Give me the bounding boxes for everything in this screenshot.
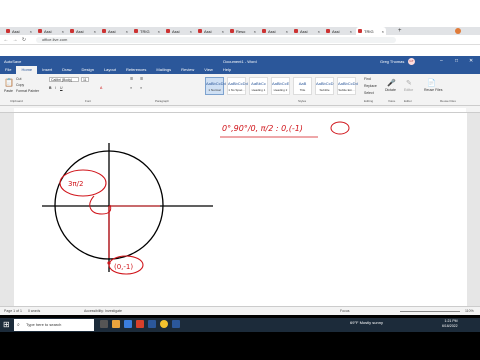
windows-start-icon[interactable]: ⊞: [3, 320, 11, 329]
focus-button[interactable]: Focus: [340, 309, 350, 313]
search-placeholder: Type here to search: [26, 322, 62, 327]
zoom-level[interactable]: 110%: [465, 309, 474, 313]
weather-widget[interactable]: 69°F Mostly sunny: [350, 320, 383, 325]
clock[interactable]: 1:21 PM 6/16/2022: [442, 319, 458, 329]
search-icon: ⌕: [17, 322, 20, 328]
ink-layer: [59, 121, 350, 275]
pen-layer: [42, 143, 213, 272]
angle-label: 3π/2: [68, 180, 83, 188]
accessibility-status[interactable]: Accessibility: Investigate: [84, 309, 122, 313]
status-bar: Page 1 of 1 0 words Accessibility: Inves…: [0, 306, 480, 315]
taskbar-search[interactable]: ⌕ Type here to search: [14, 319, 94, 331]
office-icon[interactable]: [136, 320, 144, 328]
word-taskbar-icon[interactable]: [148, 320, 156, 328]
file-explorer-icon[interactable]: [112, 320, 120, 328]
point-label: (0,-1): [114, 263, 133, 271]
word-taskbar-icon-2[interactable]: [172, 320, 180, 328]
task-view-icon[interactable]: [100, 320, 108, 328]
ink-annotation: 0°,90°/0, π/2 : 0,(-1): [222, 124, 303, 133]
ink-answer-circle: [330, 121, 350, 135]
zoom-slider[interactable]: [400, 311, 460, 312]
ink-point-dot: [107, 261, 111, 265]
chrome-icon[interactable]: [160, 320, 168, 328]
ink-arrow: [89, 195, 112, 215]
page-count: Page 1 of 1: [4, 309, 22, 313]
word-count: 0 words: [28, 309, 41, 313]
screen: Assi × Assi × Assi × Assi × TRIG × Assi × Assi × Reso ×…: [0, 0, 480, 360]
clock-date: 6/16/2022: [442, 324, 458, 328]
mail-icon[interactable]: [124, 320, 132, 328]
